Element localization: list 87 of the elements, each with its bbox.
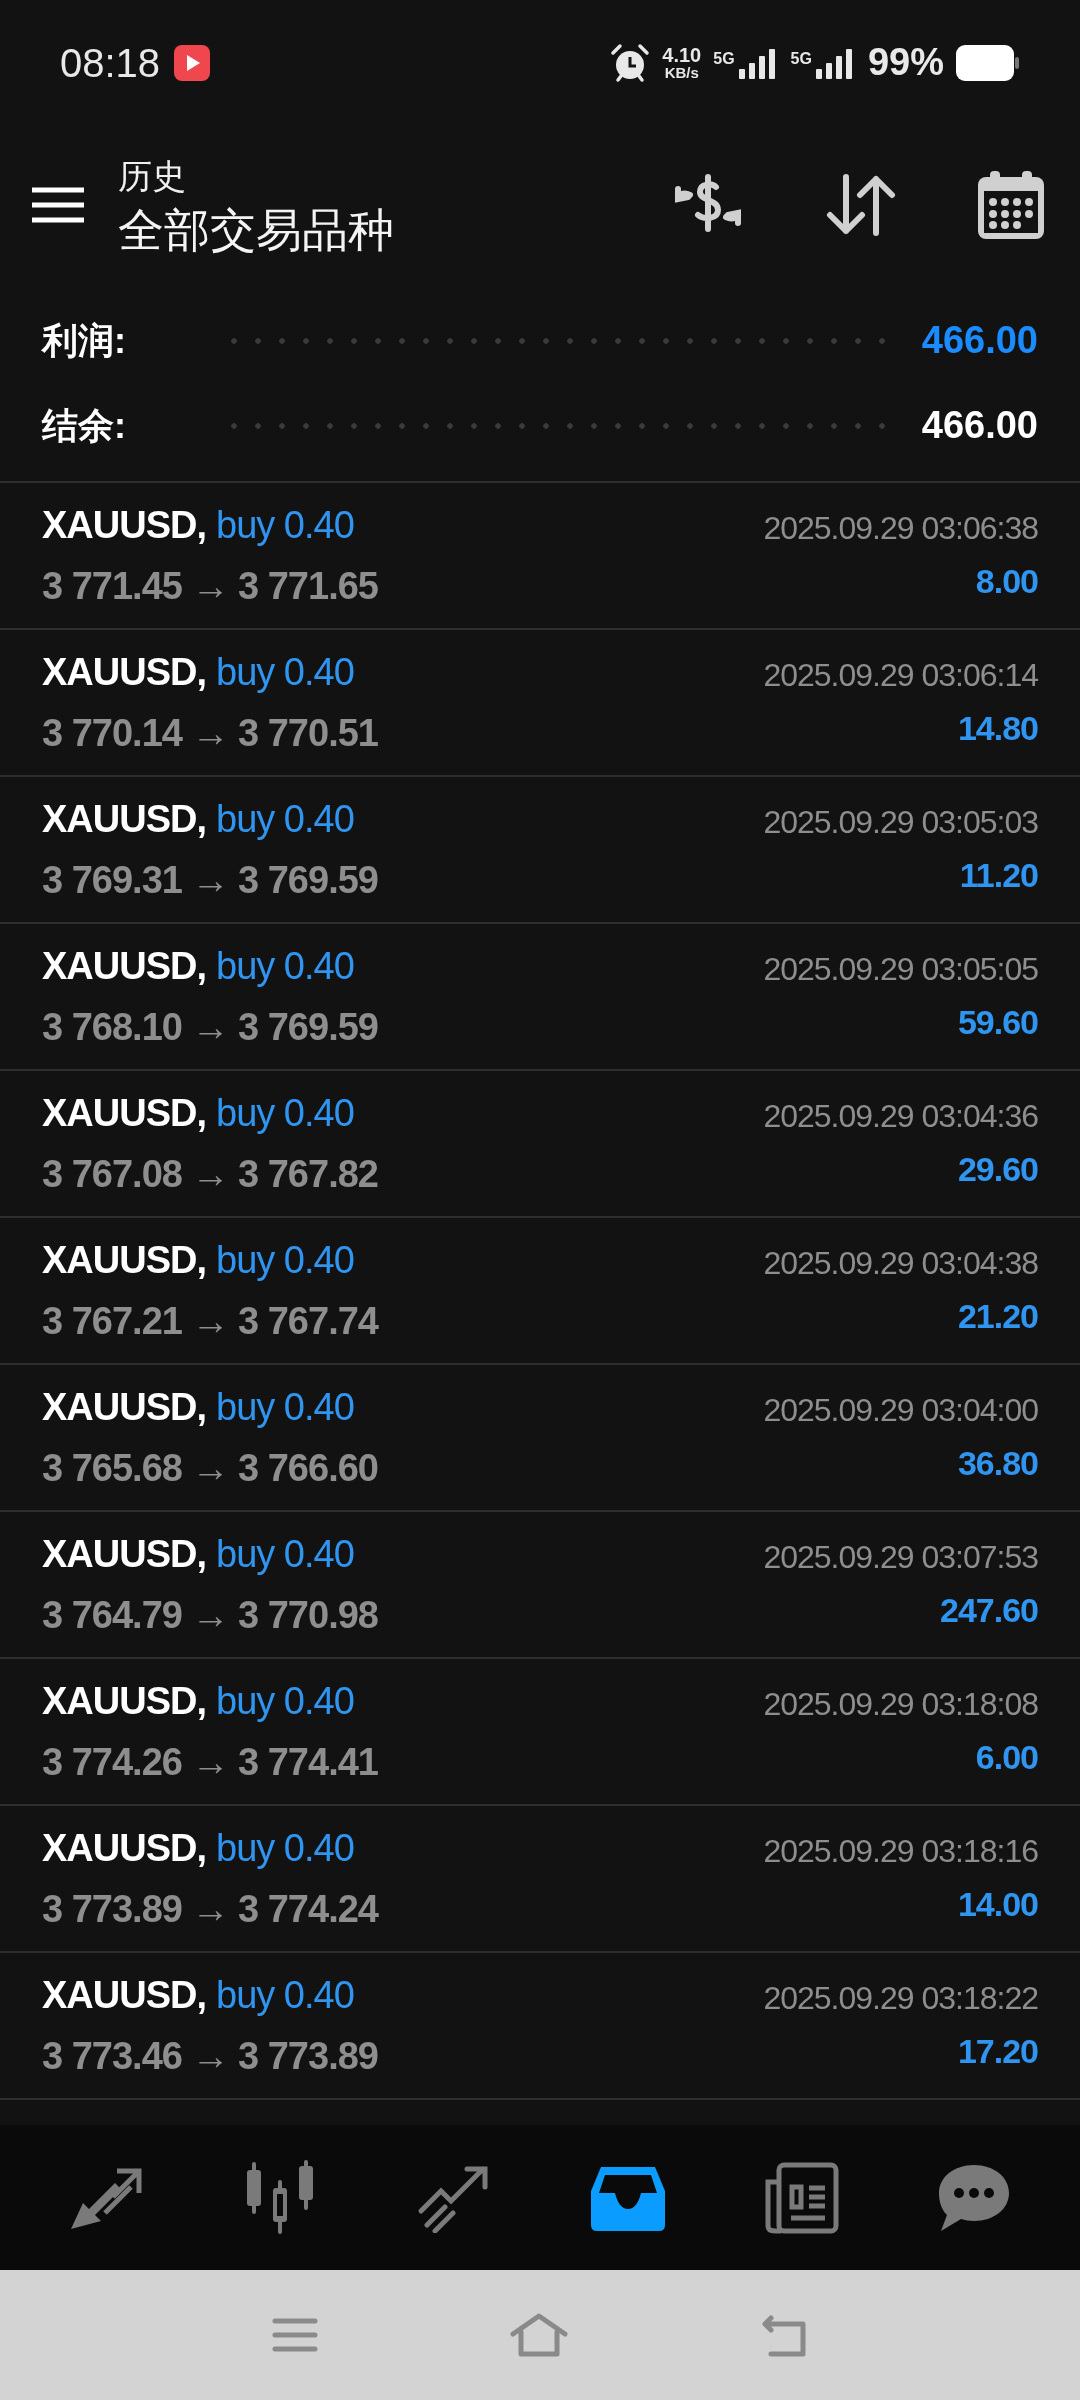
calendar-icon[interactable]	[976, 169, 1046, 241]
summary-label: 利润:	[42, 318, 127, 363]
chat-bubble-icon[interactable]	[937, 2162, 1011, 2233]
trade-symbol: XAUUSD,	[42, 1531, 207, 1577]
trade-row[interactable]: XAUUSD, buy 0.40 3 773.46 → 3 773.89 2025.09.29 03:18:22 17.20	[0, 1953, 1080, 2100]
trade-side-volume: buy 0.40	[216, 1825, 354, 1871]
status-time: 08:18	[60, 39, 161, 87]
trade-side-volume: buy 0.40	[216, 1531, 354, 1577]
trade-profit: 8.00	[975, 561, 1038, 602]
battery-icon	[956, 44, 1020, 81]
trade-row[interactable]: XAUUSD, buy 0.40 3 773.89 → 3 774.24 2025.09.29 03:18:16 14.00	[0, 1806, 1080, 1953]
trade-time: 2025.09.29 03:04:38	[763, 1244, 1038, 1283]
trade-prices: 3 764.79 → 3 770.98	[42, 1592, 378, 1638]
trade-time: 2025.09.29 03:06:14	[763, 656, 1038, 695]
trade-symbol: XAUUSD,	[42, 796, 207, 842]
trade-profit: 36.80	[957, 1443, 1038, 1484]
trade-profit: 21.20	[957, 1296, 1038, 1337]
trade-profit: 247.60	[940, 1590, 1038, 1631]
trade-symbol: XAUUSD,	[42, 943, 207, 989]
trade-row[interactable]: XAUUSD, buy 0.40 3 769.31 → 3 769.59 2025.09.29 03:05:03 11.20	[0, 777, 1080, 924]
app-notification-icon	[174, 44, 211, 81]
trade-row[interactable]: XAUUSD, buy 0.40 3 764.79 → 3 770.98 2025.09.29 03:07:53 247.60	[0, 1512, 1080, 1659]
trade-side-volume: buy 0.40	[216, 943, 354, 989]
network-speed: 4.10	[662, 45, 702, 65]
trade-time: 2025.09.29 03:05:05	[763, 950, 1038, 989]
trade-prices: 3 773.89 → 3 774.24	[42, 1886, 378, 1932]
trade-profit: 14.80	[957, 708, 1038, 749]
trade-prices: 3 768.10 → 3 769.59	[42, 1004, 378, 1050]
trade-side-volume: buy 0.40	[216, 1237, 354, 1283]
trade-side-volume: buy 0.40	[216, 1090, 354, 1136]
sort-icon[interactable]	[826, 173, 896, 237]
screen-subtitle: 历史	[118, 155, 187, 197]
trade-row[interactable]: XAUUSD, buy 0.40 3 765.68 → 3 766.60 2025.09.29 03:04:00 36.80	[0, 1365, 1080, 1512]
trade-symbol: XAUUSD,	[42, 502, 207, 548]
trade-profit: 6.00	[975, 1737, 1038, 1778]
alarm-icon	[610, 42, 651, 83]
trade-time: 2025.09.29 03:06:38	[763, 509, 1038, 548]
trade-row[interactable]: XAUUSD, buy 0.40 3 767.08 → 3 767.82 2025.09.29 03:04:36 29.60	[0, 1071, 1080, 1218]
trade-profit: 14.00	[957, 1884, 1038, 1925]
trade-symbol: XAUUSD,	[42, 1825, 207, 1871]
trade-symbol: XAUUSD,	[42, 1237, 207, 1283]
trade-prices: 3 771.45 → 3 771.65	[42, 563, 378, 609]
network-type: 5G	[790, 48, 812, 69]
trade-side-volume: buy 0.40	[216, 796, 354, 842]
trade-symbol: XAUUSD,	[42, 1678, 207, 1724]
summary-value: 466.00	[921, 403, 1038, 448]
trade-prices: 3 770.14 → 3 770.51	[42, 710, 378, 756]
trade-row[interactable]: XAUUSD, buy 0.40 3 767.21 → 3 767.74 2025.09.29 03:04:38 21.20	[0, 1218, 1080, 1365]
trade-prices: 3 769.31 → 3 769.59	[42, 857, 378, 903]
summary-label: 结余:	[42, 403, 127, 448]
battery-percent: 99%	[867, 40, 944, 85]
trade-symbol: XAUUSD,	[42, 1090, 207, 1136]
trade-profit: 17.20	[957, 2031, 1038, 2072]
trade-prices: 3 773.46 → 3 773.89	[42, 2033, 378, 2079]
trade-profit: 11.20	[959, 855, 1038, 896]
speed-unit: KB/s	[664, 65, 699, 80]
menu-icon[interactable]	[30, 185, 86, 225]
trade-prices: 3 765.68 → 3 766.60	[42, 1445, 378, 1491]
trade-row[interactable]: XAUUSD, buy 0.40 3 774.26 → 3 774.41 2025.09.29 03:18:08 6.00	[0, 1659, 1080, 1806]
newspaper-icon[interactable]	[763, 2161, 839, 2234]
summary-value: 466.00	[921, 318, 1038, 363]
trade-prices: 3 767.08 → 3 767.82	[42, 1151, 378, 1197]
trade-symbol: XAUUSD,	[42, 1972, 207, 2018]
screen-title: 全部交易品种	[118, 202, 395, 258]
trade-symbol: XAUUSD,	[42, 649, 207, 695]
network-type: 5G	[713, 48, 735, 69]
trade-time: 2025.09.29 03:04:36	[763, 1097, 1038, 1136]
inbox-icon[interactable]	[591, 2164, 665, 2231]
trade-side-volume: buy 0.40	[216, 502, 354, 548]
trade-row[interactable]: XAUUSD, buy 0.40 3 771.45 → 3 771.65 2025.09.29 03:06:38 8.00	[0, 483, 1080, 630]
trade-time: 2025.09.29 03:05:03	[763, 803, 1038, 842]
trade-time: 2025.09.29 03:18:22	[763, 1979, 1038, 2018]
trade-profit: 59.60	[957, 1002, 1038, 1043]
trade-side-volume: buy 0.40	[216, 1972, 354, 2018]
trade-prices: 3 774.26 → 3 774.41	[42, 1739, 378, 1785]
trade-profit: 29.60	[957, 1149, 1038, 1190]
trade-time: 2025.09.29 03:04:00	[763, 1391, 1038, 1430]
trade-row[interactable]: XAUUSD, buy 0.40 3 770.14 → 3 770.51 2025.09.29 03:06:14 14.80	[0, 630, 1080, 777]
trade-side-volume: buy 0.40	[216, 649, 354, 695]
trade-side-volume: buy 0.40	[216, 1678, 354, 1724]
trade-symbol: XAUUSD,	[42, 1384, 207, 1430]
trade-time: 2025.09.29 03:18:08	[763, 1685, 1038, 1724]
trade-time: 2025.09.29 03:07:53	[763, 1538, 1038, 1577]
trade-side-volume: buy 0.40	[216, 1384, 354, 1430]
trade-time: 2025.09.29 03:18:16	[763, 1832, 1038, 1871]
trade-row[interactable]: XAUUSD, buy 0.40 3 768.10 → 3 769.59 2025.09.29 03:05:05 59.60	[0, 924, 1080, 1071]
trade-prices: 3 767.21 → 3 767.74	[42, 1298, 378, 1344]
